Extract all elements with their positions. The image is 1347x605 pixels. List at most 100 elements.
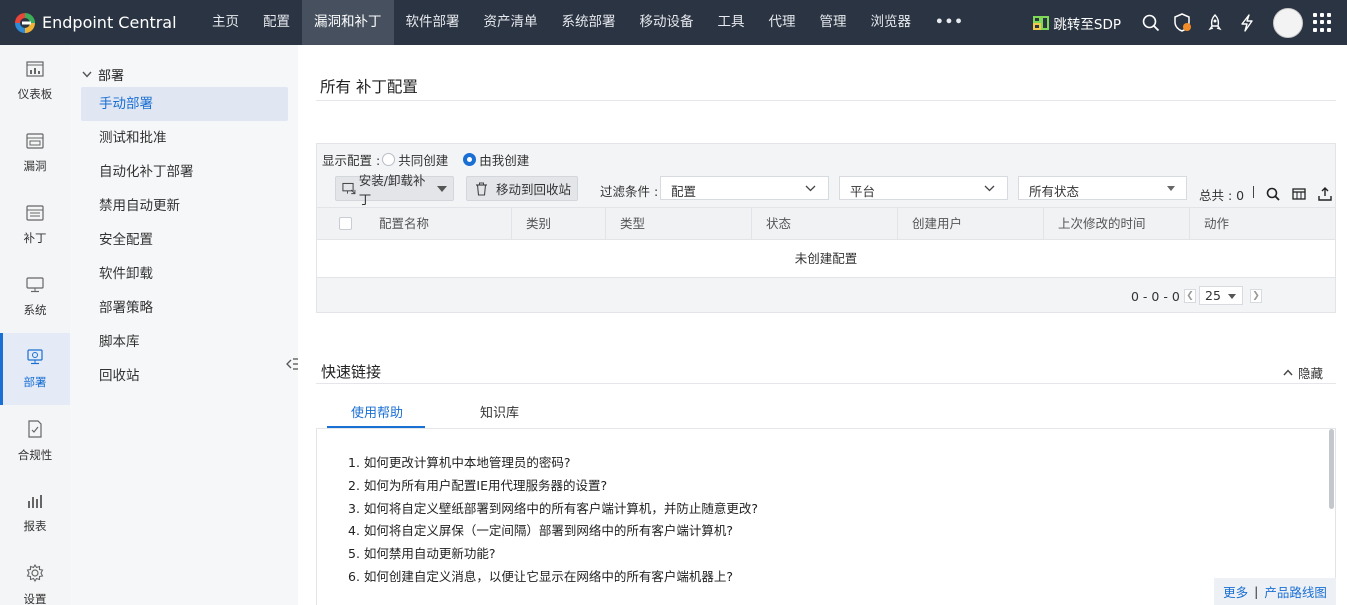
rail-item-vulnerability[interactable]: 漏洞 bbox=[0, 117, 70, 189]
next-page-icon[interactable]: ❯ bbox=[1250, 289, 1262, 303]
table-header: 配置名称 类别 类型 状态 创建用户 上次修改的时间 动作 bbox=[317, 207, 1335, 240]
page-size-value: 25 bbox=[1205, 288, 1221, 303]
lightning-icon[interactable] bbox=[1237, 13, 1257, 33]
filter-platform-select[interactable]: 平台 bbox=[839, 176, 1008, 200]
jump-to-sdp-link[interactable]: 跳转至SDP bbox=[1033, 13, 1121, 33]
prev-page-icon[interactable]: ❮ bbox=[1184, 289, 1196, 303]
submenu-item-test-approve[interactable]: 测试和批准 bbox=[81, 121, 288, 155]
rail-item-compliance[interactable]: 合规性 bbox=[0, 405, 70, 477]
nav-vuln-patch[interactable]: 漏洞和补丁 bbox=[302, 0, 394, 45]
help-link[interactable]: 5. 如何禁用自动更新功能? bbox=[348, 543, 496, 562]
security-alert-icon[interactable] bbox=[1173, 12, 1193, 33]
filter-platform-value: 平台 bbox=[850, 184, 876, 199]
rail-label-vulnerability: 漏洞 bbox=[23, 158, 47, 173]
radio-shared[interactable] bbox=[382, 153, 396, 166]
rail-label-deploy: 部署 bbox=[23, 374, 47, 389]
filter-config-select[interactable]: 配置 bbox=[660, 176, 829, 200]
filter-config-value: 配置 bbox=[671, 184, 697, 199]
select-all-checkbox[interactable] bbox=[339, 217, 352, 230]
chevron-up-icon bbox=[1283, 369, 1293, 376]
column-header-type[interactable]: 类型 bbox=[605, 208, 751, 239]
nav-software-deploy[interactable]: 软件部署 bbox=[394, 0, 472, 45]
filter-status-select[interactable]: 所有状态 bbox=[1018, 176, 1187, 200]
compliance-icon bbox=[28, 419, 42, 438]
pager-range: 0 - 0 - 0 bbox=[1131, 289, 1180, 304]
export-icon[interactable] bbox=[1318, 187, 1332, 201]
rail-item-dashboard[interactable]: 仪表板 bbox=[0, 45, 70, 117]
column-header-name[interactable]: 配置名称 bbox=[365, 208, 511, 239]
search-icon[interactable] bbox=[1266, 187, 1280, 201]
column-header-category[interactable]: 类别 bbox=[511, 208, 605, 239]
page-size-select[interactable]: 25 bbox=[1199, 286, 1243, 305]
nav-agent[interactable]: 代理 bbox=[757, 0, 808, 45]
more-link[interactable]: 更多 bbox=[1223, 582, 1248, 601]
submenu-item-recycle-bin[interactable]: 回收站 bbox=[81, 359, 288, 393]
chevron-down-icon bbox=[984, 185, 995, 192]
submenu-item-auto-patch[interactable]: 自动化补丁部署 bbox=[81, 155, 288, 189]
rail-label-dashboard: 仪表板 bbox=[17, 86, 53, 101]
nav-os-deploy[interactable]: 系统部署 bbox=[550, 0, 628, 45]
rail-label-system: 系统 bbox=[23, 302, 47, 317]
submenu-item-software-uninstall[interactable]: 软件卸载 bbox=[81, 257, 288, 291]
move-to-recycle-button[interactable]: 移动到回收站 bbox=[466, 176, 578, 201]
help-link[interactable]: 6. 如何创建自定义消息，以便让它显示在网络中的所有客户端机器上? bbox=[348, 566, 733, 585]
nav-mobile[interactable]: 移动设备 bbox=[628, 0, 706, 45]
submenu-heading[interactable]: 部署 bbox=[82, 65, 124, 84]
search-icon[interactable] bbox=[1141, 13, 1161, 33]
help-link[interactable]: 1. 如何更改计算机中本地管理员的密码? bbox=[348, 452, 571, 471]
nav-tools[interactable]: 工具 bbox=[706, 0, 757, 45]
move-to-recycle-label: 移动到回收站 bbox=[496, 182, 572, 197]
tab-knowledge-base[interactable]: 知识库 bbox=[480, 402, 519, 421]
help-link[interactable]: 3. 如何将自定义壁纸部署到网络中的所有客户端计算机，并防止随意更改? bbox=[348, 498, 758, 517]
submenu-item-disable-auto-update[interactable]: 禁用自动更新 bbox=[81, 189, 288, 223]
chevron-down-icon bbox=[805, 185, 816, 192]
help-link[interactable]: 2. 如何为所有用户配置IE用代理服务器的设置? bbox=[348, 475, 607, 494]
app-grid-icon[interactable] bbox=[1313, 12, 1333, 33]
column-header-status[interactable]: 状态 bbox=[751, 208, 897, 239]
scrollbar-thumb[interactable] bbox=[1329, 429, 1334, 509]
app-title: Endpoint Central bbox=[42, 13, 177, 32]
radio-mine[interactable] bbox=[463, 153, 477, 166]
submenu-item-manual-deploy[interactable]: 手动部署 bbox=[81, 87, 288, 121]
nav-browser[interactable]: 浏览器 bbox=[859, 0, 924, 45]
total-count: 总共 : 0 bbox=[1199, 188, 1245, 203]
divider bbox=[316, 383, 1336, 384]
submenu-item-script-library[interactable]: 脚本库 bbox=[81, 325, 288, 359]
column-chooser-icon[interactable] bbox=[1292, 187, 1306, 201]
patch-icon bbox=[26, 204, 44, 221]
install-uninstall-patch-button[interactable]: 安装/卸载补丁 bbox=[335, 173, 454, 207]
submenu-item-security-config[interactable]: 安全配置 bbox=[81, 223, 288, 257]
nav-home[interactable]: 主页 bbox=[200, 0, 251, 45]
rail-label-reports: 报表 bbox=[23, 518, 47, 533]
help-link[interactable]: 4. 如何将自定义屏保（一定间隔）部署到网络中的所有客户端计算机? bbox=[348, 520, 733, 539]
column-header-last-modified[interactable]: 上次修改的时间 bbox=[1043, 208, 1189, 239]
rail-item-reports[interactable]: 报表 bbox=[0, 477, 70, 549]
hide-quick-links-button[interactable]: 隐藏 bbox=[1283, 363, 1323, 382]
config-panel: 显示配置 : 共同创建 由我创建 安装/卸载补丁 移动到回收站 过滤条件 : 配… bbox=[316, 143, 1336, 313]
dropdown-caret-icon bbox=[1167, 186, 1175, 191]
tab-help[interactable]: 使用帮助 bbox=[351, 402, 403, 421]
radio-mine-label[interactable]: 由我创建 bbox=[479, 150, 529, 169]
module-rail: 仪表板 漏洞 补丁 系统 部署 合规性 报表 设置 bbox=[0, 45, 70, 605]
footer-links: 更多 | 产品路线图 bbox=[1214, 578, 1336, 605]
submenu-item-deploy-policy[interactable]: 部署策略 bbox=[81, 291, 288, 325]
nav-admin[interactable]: 管理 bbox=[808, 0, 859, 45]
nav-inventory[interactable]: 资产清单 bbox=[472, 0, 550, 45]
nav-config[interactable]: 配置 bbox=[251, 0, 302, 45]
monitor-install-icon bbox=[342, 182, 356, 194]
radio-shared-label[interactable]: 共同创建 bbox=[398, 150, 448, 169]
rail-item-system[interactable]: 系统 bbox=[0, 261, 70, 333]
column-header-created-by[interactable]: 创建用户 bbox=[897, 208, 1043, 239]
endpoint-central-logo-icon bbox=[15, 12, 35, 33]
show-config-row: 显示配置 : 共同创建 由我创建 bbox=[322, 150, 542, 169]
app-logo[interactable]: Endpoint Central bbox=[0, 12, 200, 34]
rail-item-deploy[interactable]: 部署 bbox=[0, 333, 70, 405]
show-config-label: 显示配置 : bbox=[322, 153, 381, 168]
nav-more-button[interactable]: ••• bbox=[923, 0, 976, 45]
rail-item-patch[interactable]: 补丁 bbox=[0, 189, 70, 261]
top-right-tools: 跳转至SDP bbox=[1033, 0, 1347, 45]
rocket-icon[interactable] bbox=[1205, 13, 1225, 33]
roadmap-link[interactable]: 产品路线图 bbox=[1264, 582, 1327, 601]
rail-item-settings[interactable]: 设置 bbox=[0, 549, 70, 605]
user-avatar[interactable] bbox=[1273, 7, 1303, 38]
